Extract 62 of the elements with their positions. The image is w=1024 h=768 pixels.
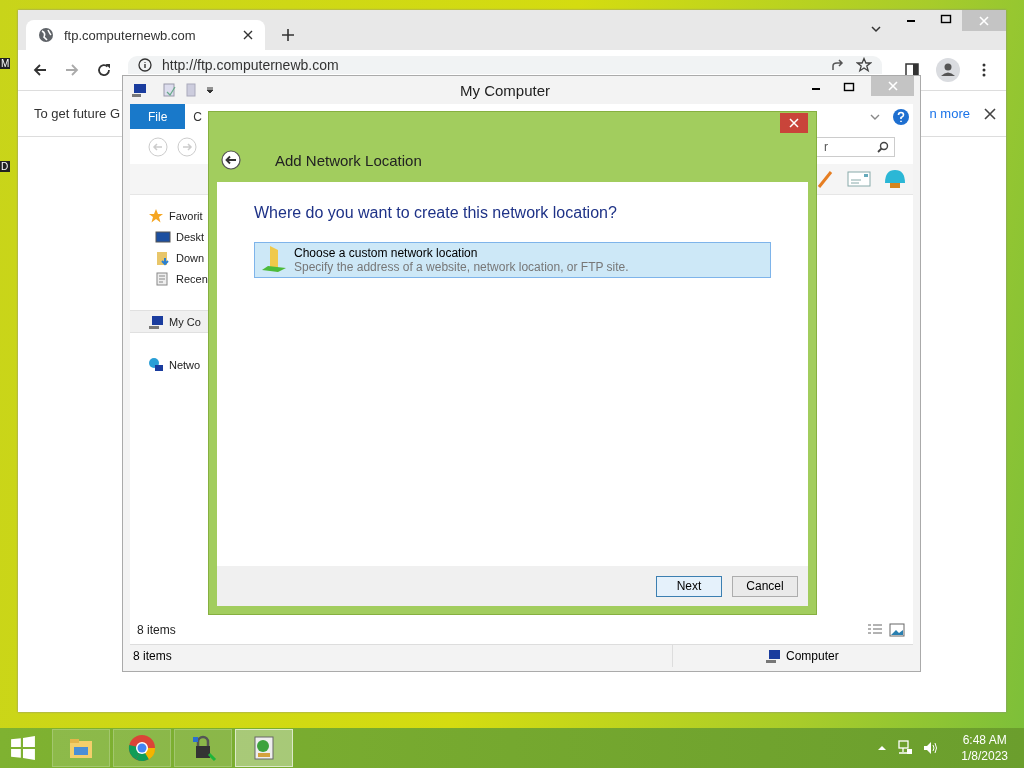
ribbon-tab[interactable]: C	[185, 104, 210, 129]
maximize-icon[interactable]	[940, 13, 952, 25]
close-icon	[979, 15, 989, 26]
share-icon[interactable]	[830, 57, 846, 73]
window-title: My Computer	[460, 81, 550, 99]
help-icon[interactable]	[893, 108, 909, 125]
browser-icon	[128, 734, 156, 762]
start-icon[interactable]	[10, 735, 36, 761]
dropdown-icon[interactable]	[205, 85, 215, 95]
dialog-heading: Where do you want to create this network location?	[254, 204, 618, 222]
card-icon[interactable]	[847, 170, 871, 188]
option-item[interactable]: Choose a custom network location Specify the address of a website, network location, or FTP site.	[254, 242, 771, 278]
nav-item[interactable]: My Co	[130, 310, 209, 333]
nav-item[interactable]: Netwo	[130, 354, 209, 375]
nav-item[interactable]: Down	[130, 247, 209, 268]
avatar-icon[interactable]	[936, 58, 960, 82]
infobar-message: To get future G	[34, 106, 120, 121]
option-title: Choose a custom network location	[294, 246, 479, 260]
new-tab-icon[interactable]	[281, 28, 295, 42]
dialog-button[interactable]: Cancel	[732, 575, 798, 597]
close-icon[interactable]	[243, 30, 253, 40]
desktop-icon-label: D	[0, 161, 11, 172]
ribbon-tab[interactable]: File	[130, 104, 186, 129]
nav-item[interactable]: Recen	[130, 268, 209, 289]
close-icon	[887, 81, 898, 91]
globe-icon	[38, 27, 54, 43]
close-button[interactable]	[780, 113, 808, 133]
back-icon[interactable]	[221, 150, 241, 170]
close-icon[interactable]	[984, 107, 996, 120]
show-hidden-icon[interactable]	[877, 743, 888, 753]
chevron-down-icon[interactable]	[870, 23, 882, 35]
desktop-icon-label: M	[0, 58, 11, 69]
dialog-button[interactable]: Next	[656, 575, 722, 597]
computer-icon	[765, 648, 781, 664]
learn-more-link[interactable]: n more	[929, 106, 970, 121]
taskbar-button[interactable]	[235, 729, 293, 767]
document-icon	[155, 270, 171, 287]
nav-item[interactable]: Deskt	[130, 226, 209, 247]
address-bar[interactable]: http://ftp.computernewb.com	[128, 56, 882, 74]
item-count: 8 items	[137, 623, 176, 637]
reload-icon[interactable]	[96, 62, 112, 78]
status-text: 8 items	[132, 649, 173, 663]
taskbar-button[interactable]	[174, 729, 232, 767]
star-icon[interactable]	[856, 57, 872, 73]
thumbnail-view-icon[interactable]	[889, 622, 905, 638]
star-icon	[148, 207, 164, 224]
nav-item[interactable]: Favorit	[130, 205, 209, 226]
info-icon	[138, 58, 152, 72]
monitor-icon	[155, 228, 171, 245]
maximize-icon[interactable]	[843, 81, 855, 93]
back-icon[interactable]	[32, 62, 48, 78]
close-icon	[789, 118, 799, 128]
search-field[interactable]: r	[815, 136, 895, 157]
computer-icon	[131, 82, 147, 98]
dialog-title: Add Network Location	[275, 151, 422, 169]
status-location: Computer	[786, 649, 839, 663]
search-icon	[877, 140, 889, 153]
computer-icon	[148, 313, 164, 330]
browser-tab[interactable]: ftp.computernewb.com	[26, 20, 265, 50]
taskbar-button[interactable]	[113, 729, 171, 767]
volume-icon[interactable]	[923, 740, 940, 756]
option-description: Specify the address of a website, network location, or FTP site.	[294, 260, 629, 274]
